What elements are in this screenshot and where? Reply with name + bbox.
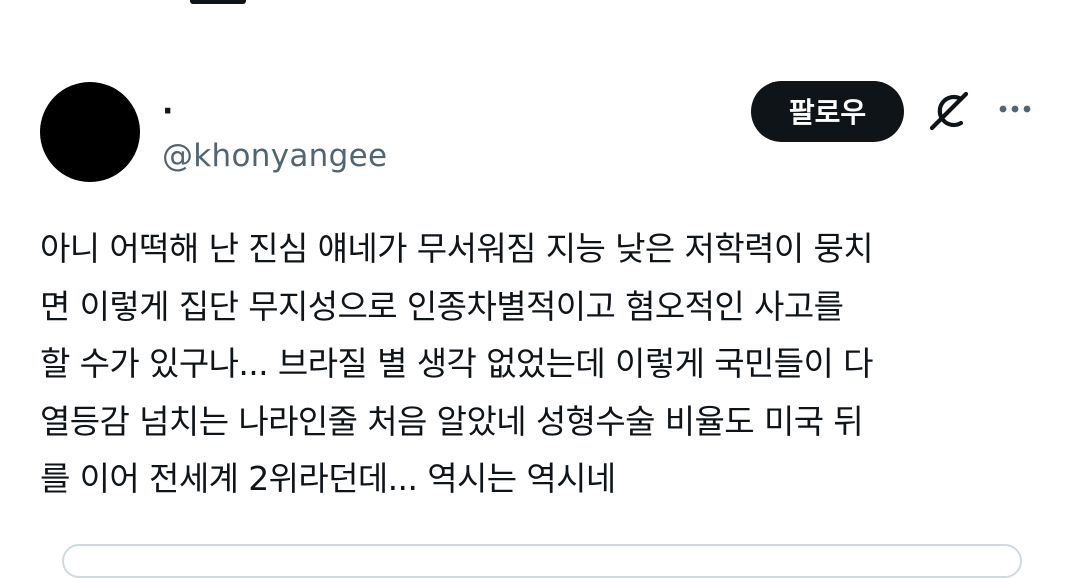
author-handle[interactable]: @khonyangee	[162, 136, 387, 176]
follow-button[interactable]: 팔로우	[751, 81, 904, 142]
more-options-icon[interactable]	[996, 95, 1034, 123]
tweet-text: 아니 어떡해 난 진심 얘네가 무서워짐 지능 낮은 저학력이 뭉치 면 이렇게…	[40, 229, 874, 498]
grok-icon-glyph	[929, 91, 969, 131]
quoted-content-card[interactable]	[62, 544, 1022, 578]
grok-icon[interactable]	[926, 88, 972, 134]
previous-content-fragment	[190, 0, 290, 8]
avatar[interactable]	[40, 82, 140, 182]
author-display-name[interactable]: ·	[162, 92, 173, 132]
more-dots-glyph	[999, 105, 1031, 113]
